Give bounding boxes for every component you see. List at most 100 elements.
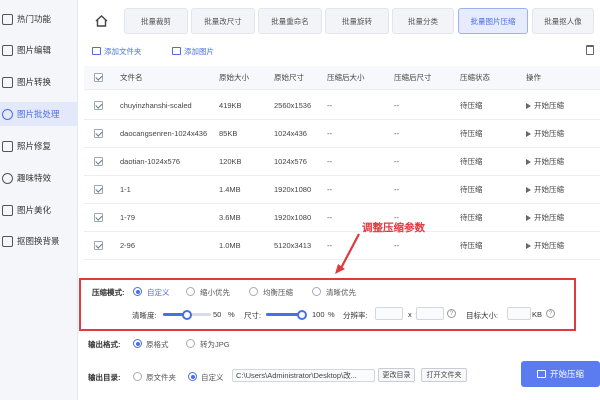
sidebar-item-effects[interactable]: 趣味特效 (0, 166, 78, 190)
sidebar-item-repair[interactable]: 照片修复 (0, 134, 78, 158)
size-slider[interactable] (266, 309, 307, 320)
play-icon (526, 186, 531, 193)
col-comp-dims: 压缩后尺寸 (394, 73, 432, 82)
add-folder-button[interactable]: 添加文件夹 (92, 45, 142, 57)
file-name: chuyinzhanshi-scaled (120, 101, 192, 110)
orig-size: 85KB (219, 129, 238, 138)
trash-icon[interactable] (586, 45, 594, 55)
col-orig-size: 原始大小 (219, 73, 249, 82)
sidebar-item-edit[interactable]: 图片编辑 (0, 38, 78, 62)
status: 待压缩 (460, 157, 483, 166)
tab-batch-rename[interactable]: 批量重命名 (258, 8, 322, 34)
sidebar-item-convert[interactable]: 图片转换 (0, 70, 78, 94)
file-name: daotian-1024x576 (120, 157, 181, 166)
mode-clarity-radio[interactable] (312, 287, 321, 296)
home-button[interactable] (86, 8, 116, 34)
table-header: 文件名 原始大小 原始尺寸 压缩后大小 压缩后尺寸 压缩状态 操作 (84, 66, 600, 90)
target-help-icon[interactable]: ? (546, 309, 555, 318)
compress-icon (536, 370, 546, 378)
orig-size: 120KB (219, 157, 242, 166)
table-row[interactable]: chuyinzhanshi-scaled 419KB 2560x1536 -- … (84, 92, 600, 120)
status: 待压缩 (460, 129, 483, 138)
mode-custom-radio[interactable] (133, 287, 142, 296)
tab-batch-portrait[interactable]: 批量抠人像 (532, 8, 594, 34)
sidebar-item-label: 趣味特效 (17, 173, 52, 183)
row-checkbox[interactable] (94, 129, 103, 138)
tab-batch-classify[interactable]: 批量分类 (392, 8, 454, 34)
clarity-slider-handle[interactable] (182, 309, 192, 320)
start-compress-link[interactable]: 开始压缩 (526, 204, 564, 231)
row-checkbox[interactable] (94, 101, 103, 110)
table-row[interactable]: daotian-1024x576 120KB 1024x576 -- -- 待压… (84, 148, 600, 176)
start-compress-button[interactable]: 开始压缩 (521, 361, 600, 387)
tab-batch-rotate[interactable]: 批量旋转 (325, 8, 389, 34)
open-folder-button[interactable]: 打开文件夹 (421, 368, 467, 382)
dir-custom-label: 自定义 (201, 373, 224, 382)
tab-batch-compress[interactable]: 批量图片压缩 (458, 8, 528, 34)
sidebar-item-label: 抠图换背景 (17, 236, 60, 246)
sidebar-item-hot[interactable]: 热门功能 (0, 7, 78, 31)
size-slider-handle[interactable] (297, 309, 307, 320)
row-checkbox[interactable] (94, 157, 103, 166)
dir-original-radio[interactable] (133, 372, 142, 381)
sidebar-item-label: 图片编辑 (17, 45, 52, 55)
tab-batch-resize[interactable]: 批量改尺寸 (191, 8, 255, 34)
mode-clarity-label: 清晰优先 (326, 288, 356, 297)
add-image-icon (172, 47, 181, 55)
play-icon (526, 214, 531, 221)
dir-custom-radio[interactable] (188, 372, 197, 381)
change-dir-button[interactable]: 更改目录 (378, 368, 415, 382)
col-filename: 文件名 (120, 73, 143, 82)
format-original-radio[interactable] (133, 339, 142, 348)
target-size-label: 目标大小: (466, 311, 499, 320)
start-compress-link[interactable]: 开始压缩 (526, 232, 564, 259)
add-folder-label: 添加文件夹 (104, 46, 142, 56)
file-name: 2-96 (120, 241, 136, 250)
resolution-width-input[interactable] (375, 307, 403, 320)
col-comp-size: 压缩后大小 (327, 73, 365, 82)
table-row[interactable]: 1-79 3.6MB 1920x1080 -- -- 待压缩 开始压缩 (84, 204, 600, 232)
annotation-text: 调整压缩参数 (362, 222, 425, 234)
row-checkbox[interactable] (94, 213, 103, 222)
orig-size: 1.4MB (219, 185, 241, 194)
dir-original-label: 原文件夹 (146, 373, 176, 382)
add-image-button[interactable]: 添加图片 (172, 45, 214, 57)
table-row[interactable]: 1-1 1.4MB 1920x1080 -- -- 待压缩 开始压缩 (84, 176, 600, 204)
resolution-height-input[interactable] (416, 307, 444, 320)
start-compress-link[interactable]: 开始压缩 (526, 176, 564, 203)
start-compress-link[interactable]: 开始压缩 (526, 92, 564, 119)
comp-size: -- (327, 101, 332, 110)
tab-batch-crop[interactable]: 批量裁剪 (124, 8, 188, 34)
orig-size: 3.6MB (219, 213, 241, 222)
orig-size: 1.0MB (219, 241, 241, 250)
sidebar-item-label: 图片批处理 (17, 109, 60, 119)
target-size-input[interactable] (507, 307, 531, 320)
mode-balanced-radio[interactable] (249, 287, 258, 296)
comp-size: -- (327, 157, 332, 166)
col-orig-dims: 原始尺寸 (274, 73, 304, 82)
comp-size: -- (327, 185, 332, 194)
output-path-input[interactable]: C:\Users\Administrator\Desktop\改... (232, 369, 375, 382)
col-status: 压缩状态 (460, 73, 490, 82)
format-jpg-label: 转为JPG (200, 340, 230, 349)
start-compress-label: 开始压缩 (549, 369, 584, 379)
start-compress-link[interactable]: 开始压缩 (526, 120, 564, 147)
format-jpg-radio[interactable] (186, 339, 195, 348)
sidebar-item-batch[interactable]: 图片批处理 (0, 102, 78, 126)
select-all-checkbox[interactable] (94, 73, 103, 82)
clarity-slider[interactable] (163, 309, 211, 320)
table-row[interactable]: daocangsenren-1024x436 85KB 1024x436 -- … (84, 120, 600, 148)
annotation-arrow-icon (335, 233, 360, 274)
mode-small-radio[interactable] (186, 287, 195, 296)
orig-dims: 1024x576 (274, 157, 307, 166)
sidebar-item-cutout[interactable]: 抠图换背景 (0, 229, 78, 253)
row-checkbox[interactable] (94, 185, 103, 194)
sidebar-item-beautify[interactable]: 图片美化 (0, 198, 78, 222)
status: 待压缩 (460, 185, 483, 194)
mode-small-label: 缩小优先 (200, 288, 230, 297)
start-compress-link[interactable]: 开始压缩 (526, 148, 564, 175)
file-name: 1-79 (120, 213, 136, 222)
resolution-help-icon[interactable]: ? (447, 309, 456, 318)
image-edit-icon (2, 44, 13, 56)
row-checkbox[interactable] (94, 241, 103, 250)
